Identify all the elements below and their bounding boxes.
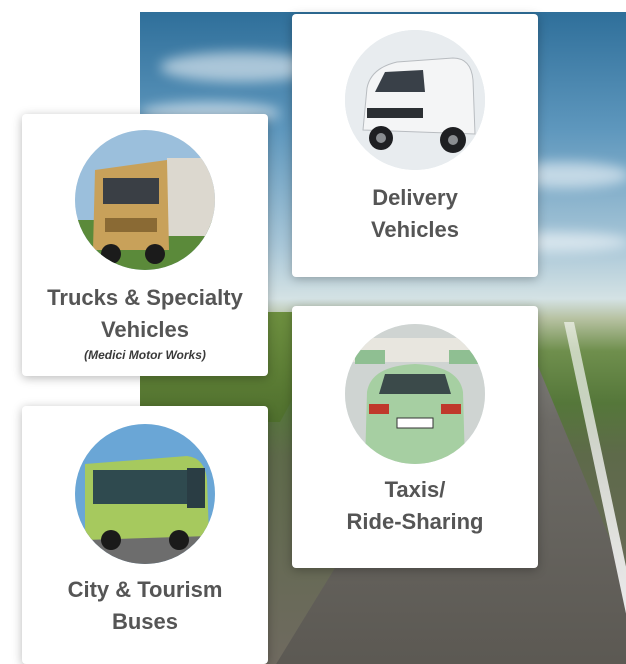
card-title: City & Tourism bbox=[67, 577, 223, 602]
delivery-van-image bbox=[345, 30, 485, 170]
taxi-image bbox=[345, 324, 485, 464]
trucks-specialty-card[interactable]: Trucks & Specialty Vehicles (Medici Moto… bbox=[22, 114, 268, 376]
taxis-ride-sharing-card[interactable]: Taxis/ Ride-Sharing bbox=[292, 306, 538, 568]
card-title: Delivery bbox=[372, 185, 458, 210]
card-title-line2: Vehicles bbox=[100, 317, 190, 342]
card-title-line2: Ride-Sharing bbox=[346, 509, 484, 534]
city-tourism-buses-card[interactable]: City & Tourism Buses bbox=[22, 406, 268, 664]
card-subtitle: (Medici Motor Works) bbox=[84, 348, 206, 362]
card-title-line2: Buses bbox=[111, 609, 179, 634]
truck-image bbox=[75, 130, 215, 270]
card-title: Taxis/ bbox=[384, 477, 446, 502]
delivery-vehicles-card[interactable]: Delivery Vehicles bbox=[292, 14, 538, 277]
card-title: Trucks & Specialty bbox=[47, 285, 243, 310]
card-title-line2: Vehicles bbox=[370, 217, 460, 242]
bus-image bbox=[75, 424, 215, 564]
